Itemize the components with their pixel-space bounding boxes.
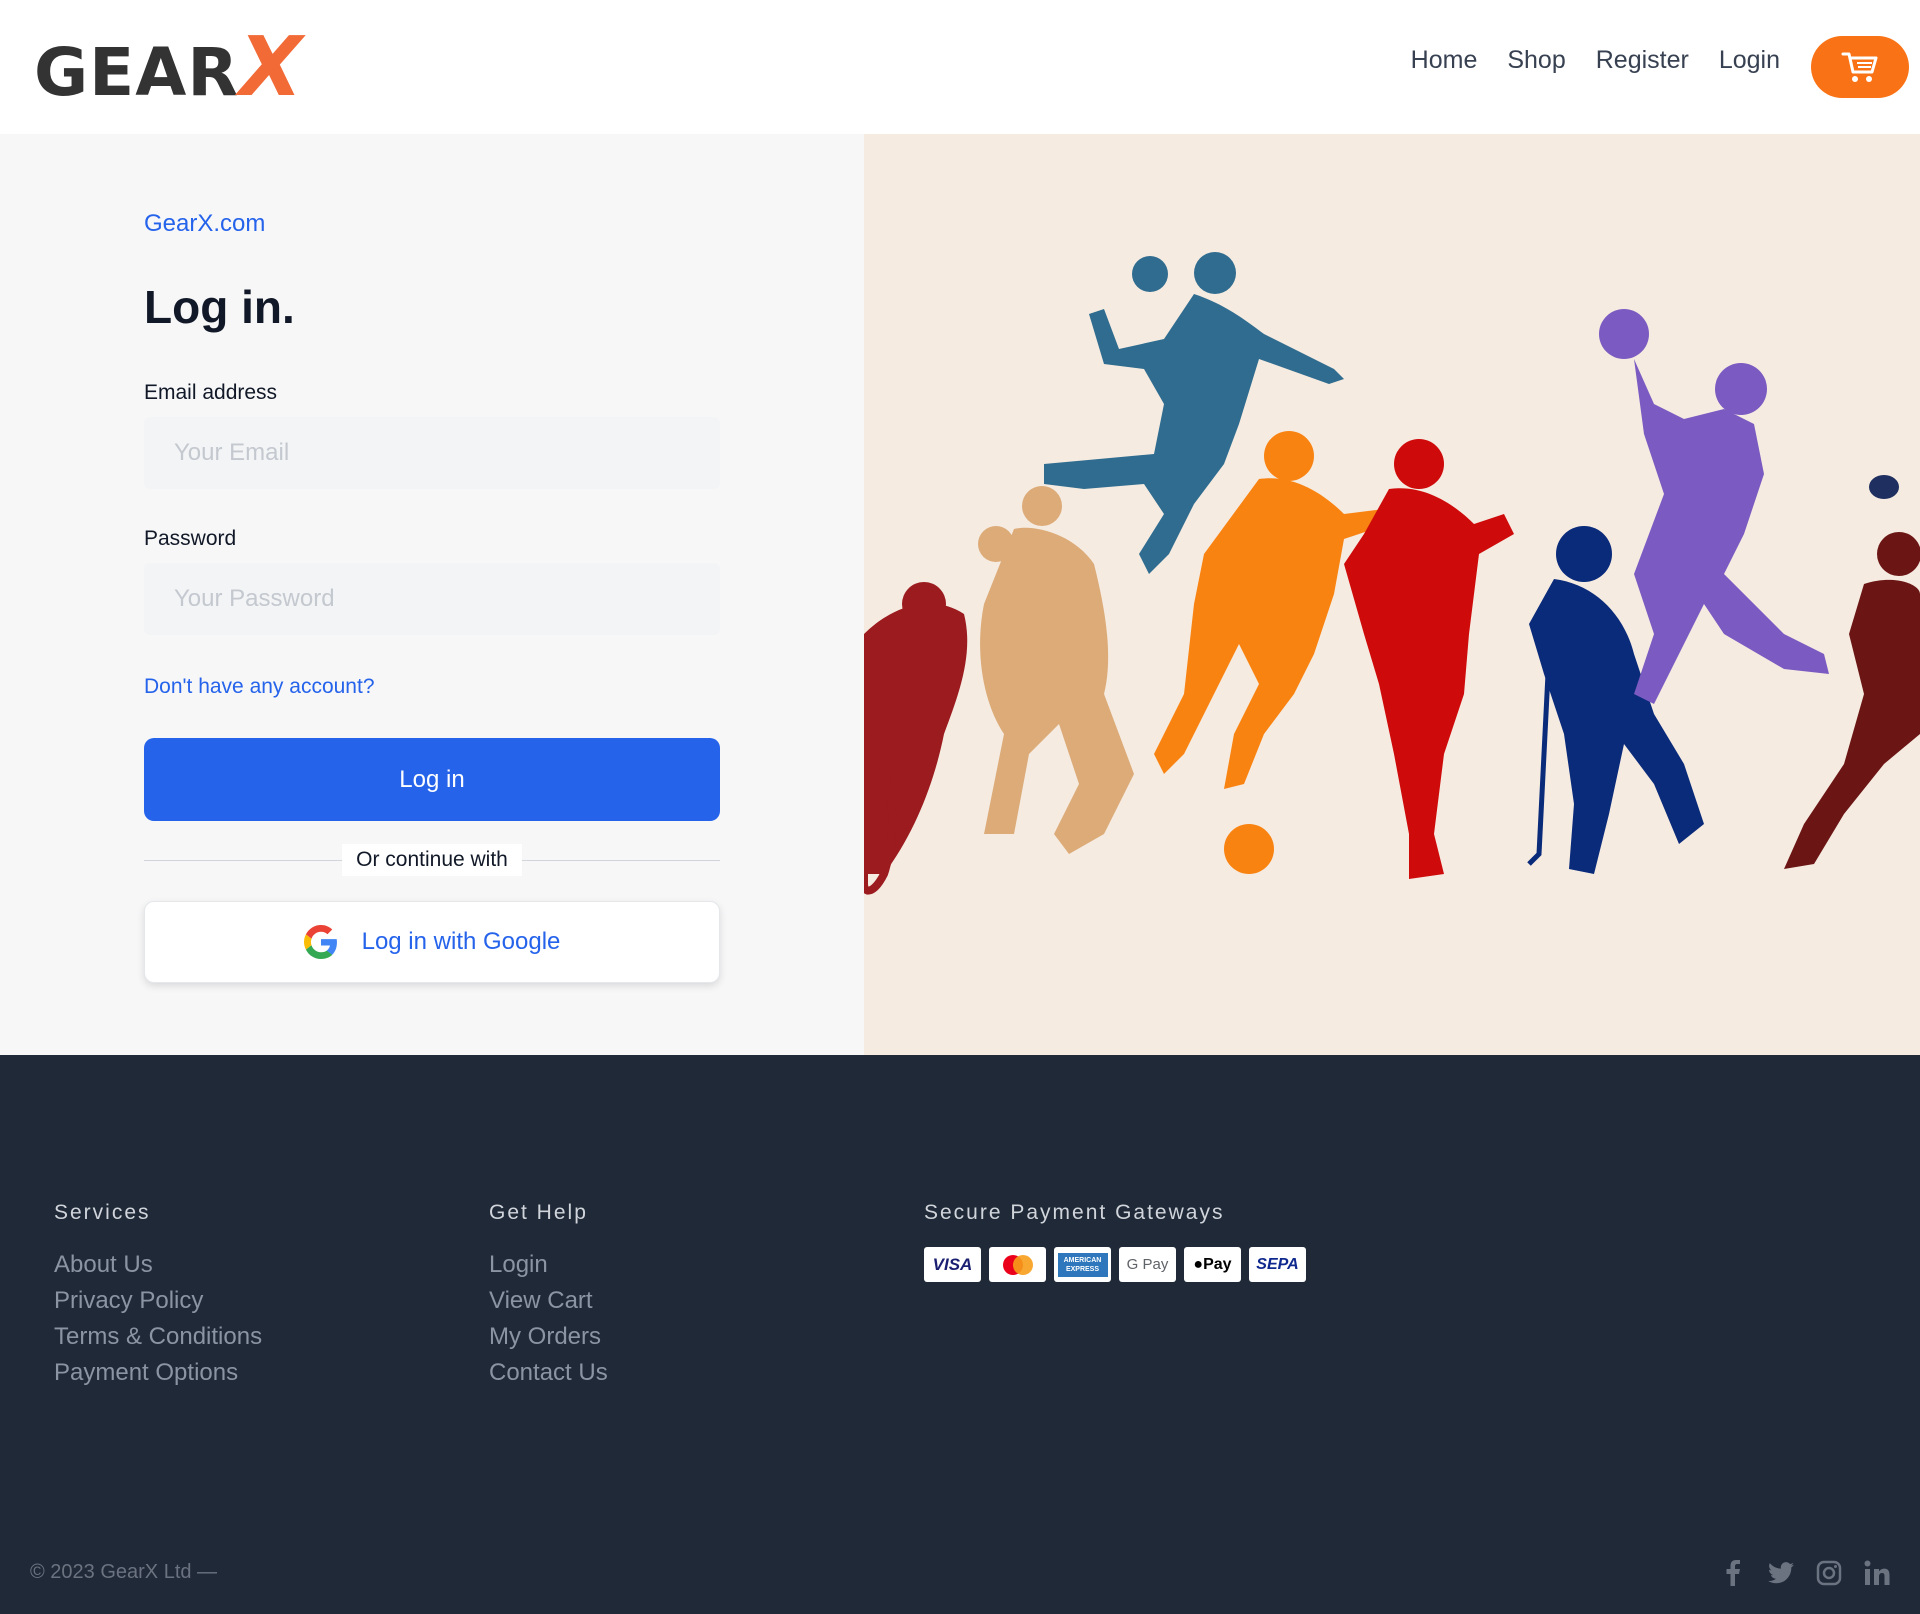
nav-home[interactable]: Home [1411, 46, 1478, 75]
footer-services-column: Services About Us Privacy Policy Terms &… [54, 1201, 262, 1391]
nav-login[interactable]: Login [1719, 46, 1780, 75]
footer-link-login[interactable]: Login [489, 1247, 608, 1283]
copyright-text: © 2023 GearX Ltd — [30, 1561, 218, 1583]
footer-link-privacy[interactable]: Privacy Policy [54, 1283, 262, 1319]
site-footer: Services About Us Privacy Policy Terms &… [0, 1055, 1920, 1614]
footer-payments-column: Secure Payment Gateways VISA AMERICAN EX… [924, 1201, 1306, 1282]
email-input[interactable] [144, 417, 720, 489]
footer-link-view-cart[interactable]: View Cart [489, 1283, 608, 1319]
logo-wordmark: GEARX [34, 27, 303, 109]
google-login-button[interactable]: Log in with Google [144, 901, 720, 983]
google-pay-icon: G Pay [1119, 1247, 1176, 1282]
logo-main-text: GEAR [34, 34, 240, 111]
footer-help-column: Get Help Login View Cart My Orders Conta… [489, 1201, 608, 1391]
site-logo[interactable]: GEARX [34, 27, 303, 109]
logo-accent-text: X [239, 20, 304, 115]
hero-illustration [864, 134, 1920, 1055]
social-links [1720, 1560, 1890, 1586]
instagram-icon[interactable] [1816, 1560, 1842, 1586]
divider-text: Or continue with [342, 844, 522, 876]
apple-pay-icon: ● Pay [1184, 1247, 1241, 1282]
footer-link-my-orders[interactable]: My Orders [489, 1319, 608, 1355]
footer-services-heading: Services [54, 1201, 151, 1224]
site-header: GEARX Home Shop Register Login [0, 0, 1920, 134]
mastercard-icon [989, 1247, 1046, 1282]
password-label: Password [144, 527, 237, 550]
athletes-silhouettes-illustration [864, 252, 1920, 895]
facebook-icon[interactable] [1720, 1560, 1746, 1586]
footer-help-heading: Get Help [489, 1201, 588, 1224]
footer-link-about[interactable]: About Us [54, 1247, 262, 1283]
visa-card-icon: VISA [924, 1247, 981, 1282]
login-panel: GearX.com Log in. Email address Password… [0, 134, 864, 1055]
sepa-icon: SEPA [1249, 1247, 1306, 1282]
footer-link-payment-options[interactable]: Payment Options [54, 1355, 262, 1391]
password-input[interactable] [144, 563, 720, 635]
nav-register[interactable]: Register [1596, 46, 1689, 75]
nav-shop[interactable]: Shop [1507, 46, 1565, 75]
register-link[interactable]: Don't have any account? [144, 675, 375, 699]
login-button[interactable]: Log in [144, 738, 720, 821]
payment-cards: VISA AMERICAN EXPRESS G Pay ● Pay SEPA [924, 1247, 1306, 1282]
brand-link[interactable]: GearX.com [144, 210, 265, 238]
linkedin-icon[interactable] [1864, 1560, 1890, 1586]
footer-payments-heading: Secure Payment Gateways [924, 1201, 1225, 1224]
email-label: Email address [144, 381, 278, 404]
twitter-icon[interactable] [1768, 1560, 1794, 1586]
footer-link-terms[interactable]: Terms & Conditions [54, 1319, 262, 1355]
main-content: GearX.com Log in. Email address Password… [0, 134, 1920, 1055]
google-icon [303, 925, 337, 959]
amex-card-icon: AMERICAN EXPRESS [1054, 1247, 1111, 1282]
cart-button[interactable] [1811, 36, 1909, 98]
main-nav: Home Shop Register Login [1411, 46, 1780, 75]
cart-icon [1841, 52, 1878, 82]
page-title: Log in. [144, 281, 295, 333]
footer-link-contact[interactable]: Contact Us [489, 1355, 608, 1391]
google-login-label: Log in with Google [361, 928, 561, 955]
